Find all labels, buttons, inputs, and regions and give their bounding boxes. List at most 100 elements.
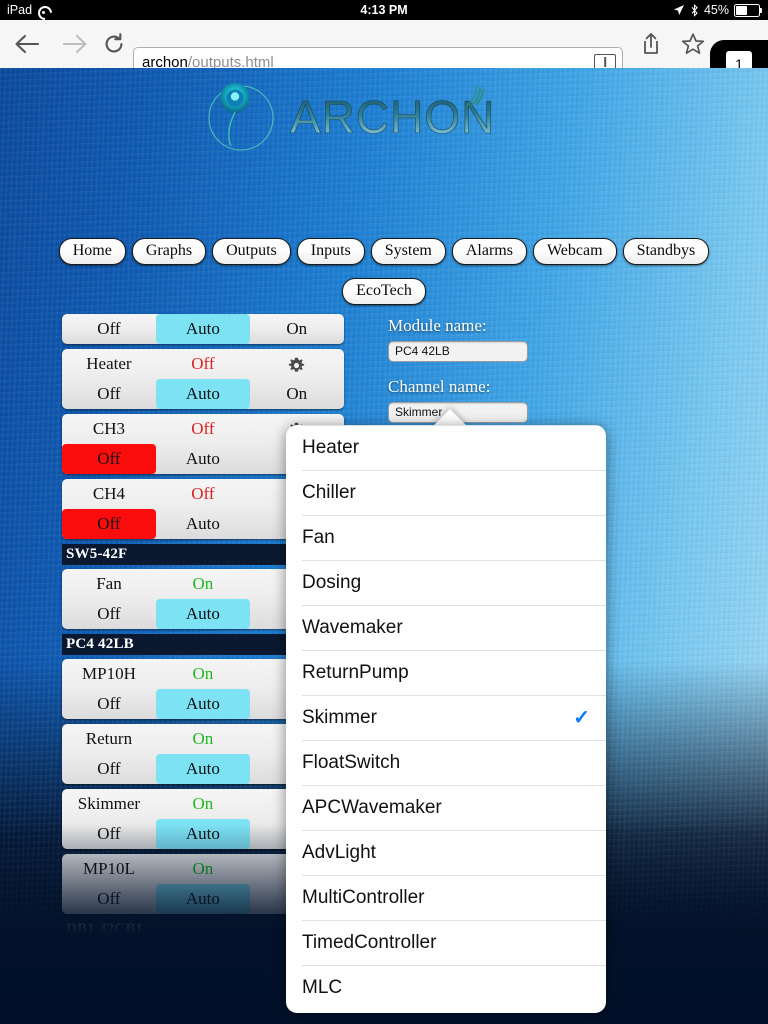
function-option-chiller[interactable]: Chiller (302, 470, 606, 515)
output-card: Off Auto On (62, 314, 344, 344)
output-mode-on-button[interactable]: On (250, 379, 344, 409)
output-channel-name: CH4 (92, 484, 125, 503)
output-mode-off-button[interactable]: Off (62, 884, 156, 914)
star-bookmark-icon (681, 33, 705, 55)
function-option-label: AdvLight (302, 842, 376, 863)
output-mode-off-button[interactable]: Off (62, 689, 156, 719)
function-option-floatswitch[interactable]: FloatSwitch (302, 740, 606, 785)
output-state-label: Off (191, 419, 215, 438)
nav-item-outputs[interactable]: Outputs (212, 238, 291, 265)
battery-percent: 45% (703, 3, 729, 17)
archon-logo-icon: ARCHON (208, 83, 495, 151)
output-mode-off-button[interactable]: Off (62, 509, 156, 539)
site-header: ARCHON (0, 78, 768, 160)
output-mode-auto-button[interactable]: Auto (155, 819, 250, 849)
main-nav-row-1: Home Graphs Outputs Inputs System Alarms Webca… (0, 238, 768, 265)
forward-button[interactable] (54, 20, 96, 68)
function-option-fan[interactable]: Fan (302, 515, 606, 560)
function-option-label: Heater (302, 437, 360, 458)
nav-item-alarms[interactable]: Alarms (451, 238, 527, 265)
output-settings-button[interactable] (250, 354, 344, 374)
output-mode-auto-button[interactable]: Auto (155, 599, 250, 629)
module-name-input[interactable]: PC4 42LB (388, 341, 528, 362)
reload-icon (105, 33, 123, 53)
output-mode-auto-button[interactable]: Auto (155, 689, 250, 719)
function-option-label: Skimmer (302, 707, 377, 728)
output-channel-name: MP10H (82, 664, 136, 683)
output-mode-segmented-control: OffAutoOn (62, 379, 344, 409)
function-option-mlc[interactable]: MLC (302, 965, 606, 1010)
output-mode-off-button[interactable]: Off (62, 819, 156, 849)
nav-item-system[interactable]: System (370, 238, 446, 265)
output-mode-on-button[interactable]: On (250, 314, 344, 344)
output-channel-name: Fan (96, 574, 122, 593)
function-option-returnpump[interactable]: ReturnPump (302, 650, 606, 695)
output-state-label: On (192, 574, 214, 593)
output-mode-auto-button[interactable]: Auto (155, 754, 250, 784)
output-mode-segmented-control: OffAutoOn (62, 314, 344, 344)
function-option-heater[interactable]: Heater (302, 425, 606, 470)
output-mode-off-button[interactable]: Off (62, 599, 156, 629)
reload-button[interactable] (96, 20, 132, 68)
output-mode-auto-button[interactable]: Auto (156, 509, 250, 539)
function-option-multicontroller[interactable]: MultiController (302, 875, 606, 920)
nav-item-inputs[interactable]: Inputs (296, 238, 365, 265)
bookmark-button[interactable] (674, 20, 712, 68)
screen: iPad 4:13 PM 45% archon /outputs.html 1 … (0, 0, 768, 1024)
function-option-label: APCWavemaker (302, 797, 442, 818)
output-channel-name: Return (85, 729, 133, 748)
output-state-label: On (192, 859, 214, 878)
nav-item-ecotech[interactable]: EcoTech (342, 278, 426, 305)
share-icon (644, 33, 658, 54)
function-option-timedcontroller[interactable]: TimedController (302, 920, 606, 965)
nav-item-standbys[interactable]: Standbys (622, 238, 710, 265)
nav-item-webcam[interactable]: Webcam (532, 238, 617, 265)
svg-text:ARCHON: ARCHON (290, 91, 495, 143)
forward-arrow-icon (62, 34, 87, 54)
gear-icon[interactable] (288, 357, 305, 374)
function-option-label: MLC (302, 977, 343, 998)
status-bar-time: 4:13 PM (360, 3, 408, 17)
output-mode-off-button[interactable]: Off (62, 379, 156, 409)
output-channel-name: MP10L (82, 859, 135, 878)
function-option-dosing[interactable]: Dosing (302, 560, 606, 605)
back-arrow-icon (15, 34, 40, 54)
output-mode-auto-button[interactable]: Auto (155, 379, 250, 409)
function-option-apcwavemaker[interactable]: APCWavemaker (302, 785, 606, 830)
function-option-label: Dosing (302, 572, 362, 593)
nav-item-home[interactable]: Home (58, 238, 126, 265)
function-option-label: ReturnPump (302, 662, 409, 683)
function-option-label: TimedController (302, 932, 437, 953)
ios-status-bar: iPad 4:13 PM 45% (0, 0, 768, 20)
output-mode-auto-button[interactable]: Auto (156, 444, 250, 474)
channel-name-label: Channel name: (388, 377, 491, 396)
function-option-label: Chiller (302, 482, 356, 503)
output-card: Heater Off Off Auto On (62, 349, 344, 409)
back-button[interactable] (6, 20, 48, 68)
output-channel-name: Heater (86, 354, 132, 373)
output-mode-off-button[interactable]: Off (62, 314, 156, 344)
output-channel-name: CH3 (92, 419, 125, 438)
output-state-label: On (192, 664, 214, 683)
output-mode-auto-button[interactable]: Auto (155, 314, 250, 344)
output-mode-off-button[interactable]: Off (62, 444, 156, 474)
output-state-label: Off (191, 484, 215, 503)
output-card-header: Heater Off (62, 349, 344, 379)
location-arrow-icon (673, 5, 684, 15)
checkmark-icon: ✓ (573, 707, 590, 729)
nav-item-graphs[interactable]: Graphs (131, 238, 207, 265)
output-channel-name: Skimmer (77, 794, 141, 813)
function-options-popover: Heater Chiller Fan Dosing Wavemaker ReturnPum… (286, 425, 606, 1013)
output-mode-off-button[interactable]: Off (62, 754, 156, 784)
function-option-advlight[interactable]: AdvLight (302, 830, 606, 875)
bluetooth-icon (691, 3, 698, 17)
main-nav-row-2: EcoTech (0, 278, 768, 305)
battery-icon (734, 3, 762, 17)
function-option-label: MultiController (302, 887, 425, 908)
output-mode-auto-button[interactable]: Auto (155, 884, 250, 914)
share-button[interactable] (632, 20, 670, 68)
function-option-skimmer[interactable]: Skimmer ✓ (302, 695, 606, 740)
function-option-wavemaker[interactable]: Wavemaker (302, 605, 606, 650)
function-option-label: Fan (302, 527, 335, 548)
output-state-label: Off (191, 354, 215, 373)
